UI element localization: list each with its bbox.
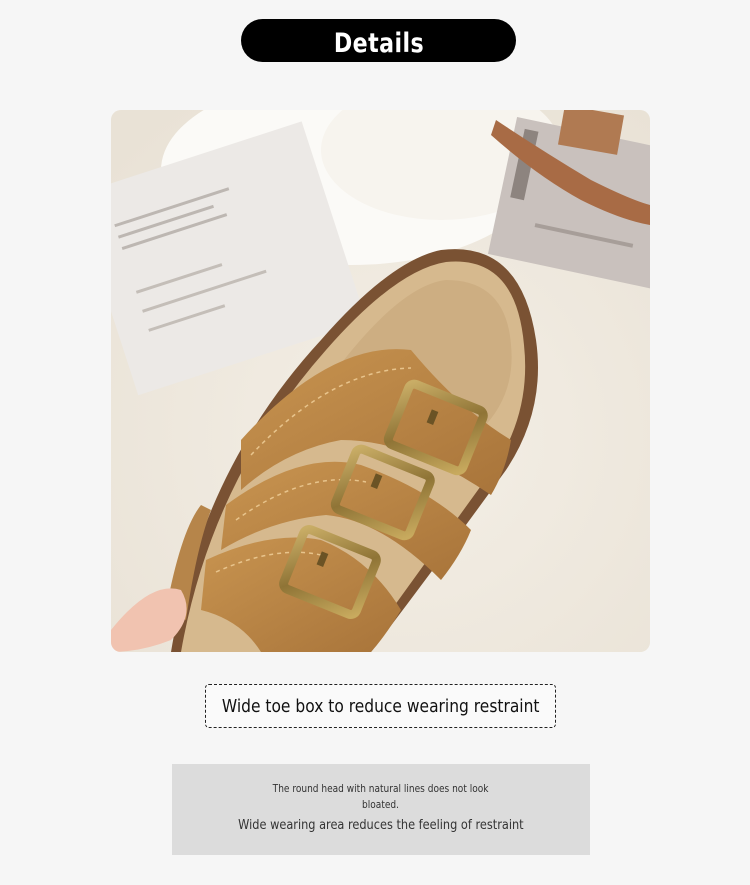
product-detail-page: Details Wide toe box to reduce wearing r… (0, 0, 750, 885)
feature-description: The round head with natural lines does n… (172, 764, 590, 855)
description-line-1: The round head with natural lines does n… (273, 782, 489, 795)
feature-caption: Wide toe box to reduce wearing restraint (205, 684, 556, 728)
description-line-3: Wide wearing area reduces the feeling of… (238, 817, 524, 833)
details-heading: Details (241, 19, 516, 62)
description-line-2: bloated. (362, 798, 400, 811)
details-heading-text: Details (333, 27, 424, 59)
sandal-photo (111, 110, 650, 652)
feature-caption-text: Wide toe box to reduce wearing restraint (221, 695, 540, 717)
description-summary: Wide wearing area reduces the feeling of… (172, 816, 590, 834)
description-detail: The round head with natural lines does n… (172, 781, 590, 813)
sandal-illustration (111, 110, 650, 652)
